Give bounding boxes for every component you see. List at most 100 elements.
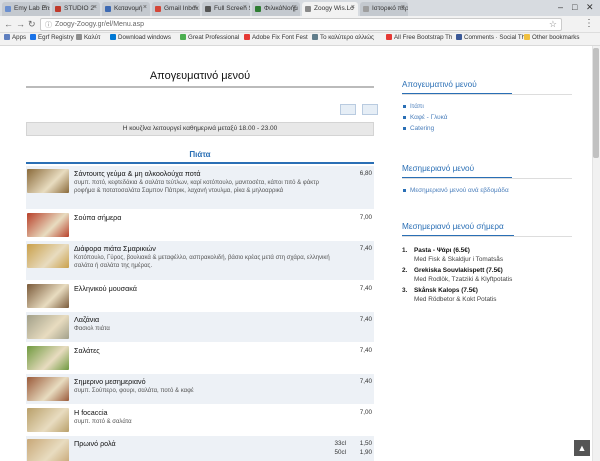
sidebar-link[interactable]: Μεσημεριανό μενού ανά εβδομάδα — [402, 185, 572, 196]
dish-description: Φασιολ πιάτα — [74, 326, 110, 332]
forward-icon[interactable]: → — [16, 19, 25, 29]
bookmark-item[interactable]: Καλύτ — [76, 34, 100, 41]
menu-item: Πρωινό ρολά 33cl 50cl 1,50 1,90 — [26, 436, 374, 461]
sidebar-link[interactable]: Καφέ - Γλυκά — [402, 112, 572, 123]
reload-icon[interactable]: ↻ — [28, 19, 36, 30]
menu-item: Διάφορα πιάτα Σμαρικιών Κοτόπουλο, Γύρος,… — [26, 241, 374, 281]
tab-favicon-icon — [363, 6, 369, 12]
browser-menu-icon[interactable]: ⋮ — [584, 18, 594, 29]
bookmark-icon — [244, 34, 250, 40]
tab-favicon-icon — [5, 6, 11, 12]
sidebar-link[interactable]: Ιτάπι — [402, 101, 572, 112]
maximize-icon[interactable]: □ — [572, 2, 577, 12]
sidebar-link[interactable]: Catering — [402, 123, 572, 134]
bookmark-item[interactable]: Egrf Registry — [30, 34, 74, 41]
menu-list: Σάντουιτς γεύμα & μη αλκοολούχα ποτά συμπ… — [26, 166, 374, 461]
dish-photo — [27, 408, 69, 432]
tab-close-icon[interactable]: × — [293, 4, 297, 11]
dish-description: συμπ. ποτό, κεφτεδάκια & σαλάτα τεύτλων,… — [74, 180, 319, 194]
dish-name: Διάφορα πιάτα Σμαρικιών — [74, 244, 156, 253]
email-icon[interactable] — [362, 104, 379, 115]
bookmark-label: Καλύτ — [84, 34, 101, 41]
tab-dishes-label: Πιάτα — [189, 150, 211, 159]
menu-item: Η focaccia συμπ. ποτό & σαλάτα 7,00 — [26, 405, 374, 436]
tab-close-icon[interactable]: × — [351, 4, 355, 11]
minimize-icon[interactable]: – — [558, 2, 563, 12]
tab-favicon-icon — [55, 6, 61, 12]
tab-strip: Emy Lab Ensemble×STUDIO 2×Κατανομή×Gmail… — [0, 0, 600, 16]
scrollbar-thumb[interactable] — [593, 48, 599, 158]
browser-tab[interactable]: Ιστορικό περ × — [360, 2, 408, 16]
today-dish-subtitle: Med Fisk & Skaldjur i Tomatsås — [414, 255, 504, 263]
browser-tab[interactable]: Emy Lab Ensemble× — [2, 2, 50, 16]
bookmark-item[interactable]: Download windows — [110, 34, 171, 41]
tab-close-icon[interactable]: × — [43, 4, 47, 11]
dish-name: Σημερινο μεσημεριανό — [74, 377, 146, 386]
tab-close-icon[interactable]: × — [143, 4, 147, 11]
back-icon[interactable]: ← — [4, 19, 13, 29]
tab-close-icon[interactable]: × — [93, 4, 97, 11]
bookmark-item[interactable]: Comments · Social Th — [456, 34, 525, 41]
browser-tab[interactable]: STUDIO 2 × — [52, 2, 100, 16]
tab-close-icon[interactable]: × — [401, 4, 405, 11]
tab-close-icon[interactable]: × — [193, 4, 197, 11]
menu-item: Σαλάτες 7,40 — [26, 343, 374, 374]
menu-item: Σάντουιτς γεύμα & μη αλκοολούχα ποτά συμπ… — [26, 166, 374, 210]
dish-price: 7,40 — [359, 347, 372, 354]
dish-price: 7,40 — [359, 245, 372, 252]
browser-tab[interactable]: Full Screen S × — [202, 2, 250, 16]
bookmark-item[interactable]: Apps — [4, 34, 26, 41]
bookmark-icon — [456, 34, 462, 40]
bookmark-label: Download windows — [118, 34, 171, 41]
tab-favicon-icon — [305, 6, 311, 12]
scroll-to-top-button[interactable]: ▲ — [574, 440, 590, 456]
close-window-icon[interactable]: ✕ — [586, 2, 594, 13]
page-content: Απογευματινό μενού Η κουζίνα λειτουργεί … — [0, 46, 592, 461]
bookmark-icon — [524, 34, 530, 40]
bookmark-icon — [110, 34, 116, 40]
dish-price: 6,80 — [359, 170, 372, 177]
sidebar-today-menu: Μεσημεριανό μενού σήμερα 1. Pasta - Ψάρι … — [402, 222, 572, 307]
dish-photo — [27, 346, 69, 370]
print-icon[interactable] — [340, 104, 356, 115]
dish-price: 1,50 1,90 — [359, 440, 372, 456]
menu-item: Λαζάνια Φασιολ πιάτα 7,40 — [26, 312, 374, 343]
bookmark-label: Other bookmarks — [532, 34, 580, 41]
tab-dishes[interactable]: Πιάτα — [26, 144, 374, 164]
page-title: Απογευματινό μενού — [26, 70, 374, 88]
today-dish-number: 3. — [402, 287, 408, 294]
bookmark-item[interactable]: Other bookmarks — [524, 34, 579, 41]
bookmark-icon — [30, 34, 36, 40]
bookmark-item[interactable]: Adobe Fix Font Fest — [244, 34, 308, 41]
bookmark-item[interactable]: All Free Bootstrap Th — [386, 34, 452, 41]
dish-price: 7,00 — [359, 214, 372, 221]
dish-photo — [27, 213, 69, 237]
address-bar[interactable]: ⓘ Zoogy-Zoogy.gr/el/Menu.asp ☆ — [40, 18, 562, 31]
tab-label: Zoogy Wis.Lo — [314, 5, 354, 12]
browser-tab[interactable]: ΦιλικάΝοήμ × — [252, 2, 300, 16]
tab-favicon-icon — [155, 6, 161, 12]
dish-price: 7,00 — [359, 409, 372, 416]
sidebar-afternoon-menu: Απογευματινό μενού Ιτάπι Καφέ - Γλυκά Cate… — [402, 80, 572, 134]
tab-close-icon[interactable]: × — [243, 4, 247, 11]
sidebar-today-title: Μεσημεριανό μενού σήμερα — [402, 222, 514, 237]
dish-photo — [27, 284, 69, 308]
share-icons — [338, 102, 379, 120]
menu-item: Σημερινο μεσημεριανό συμπ. Σούπερο, φουρι… — [26, 374, 374, 405]
browser-tab[interactable]: Κατανομή × — [102, 2, 150, 16]
sidebar-lunch-title: Μεσημεριανό μενού — [402, 164, 512, 179]
address-url: Zoogy-Zoogy.gr/el/Menu.asp — [55, 21, 144, 28]
bookmark-icon — [312, 34, 318, 40]
page-info-icon[interactable]: ⓘ — [45, 20, 52, 30]
dish-photo — [27, 377, 69, 401]
sidebar-afternoon-title: Απογευματινό μενού — [402, 80, 512, 95]
dish-photo — [27, 439, 69, 461]
bookmarks-bar: Apps Egrf Registry Καλύτ Download windows Gr… — [0, 33, 600, 46]
bookmark-star-icon[interactable]: ☆ — [549, 19, 557, 30]
dish-name: Σαλάτες — [74, 346, 100, 355]
browser-tab[interactable]: Gmail Inbox × — [152, 2, 200, 16]
browser-tab[interactable]: Zoogy Wis.Lo × — [302, 2, 358, 16]
dish-photo — [27, 244, 69, 268]
bookmark-item[interactable]: Great Professional — [180, 34, 239, 41]
bookmark-item[interactable]: Το καλύτερο αλλιώς — [312, 34, 374, 41]
